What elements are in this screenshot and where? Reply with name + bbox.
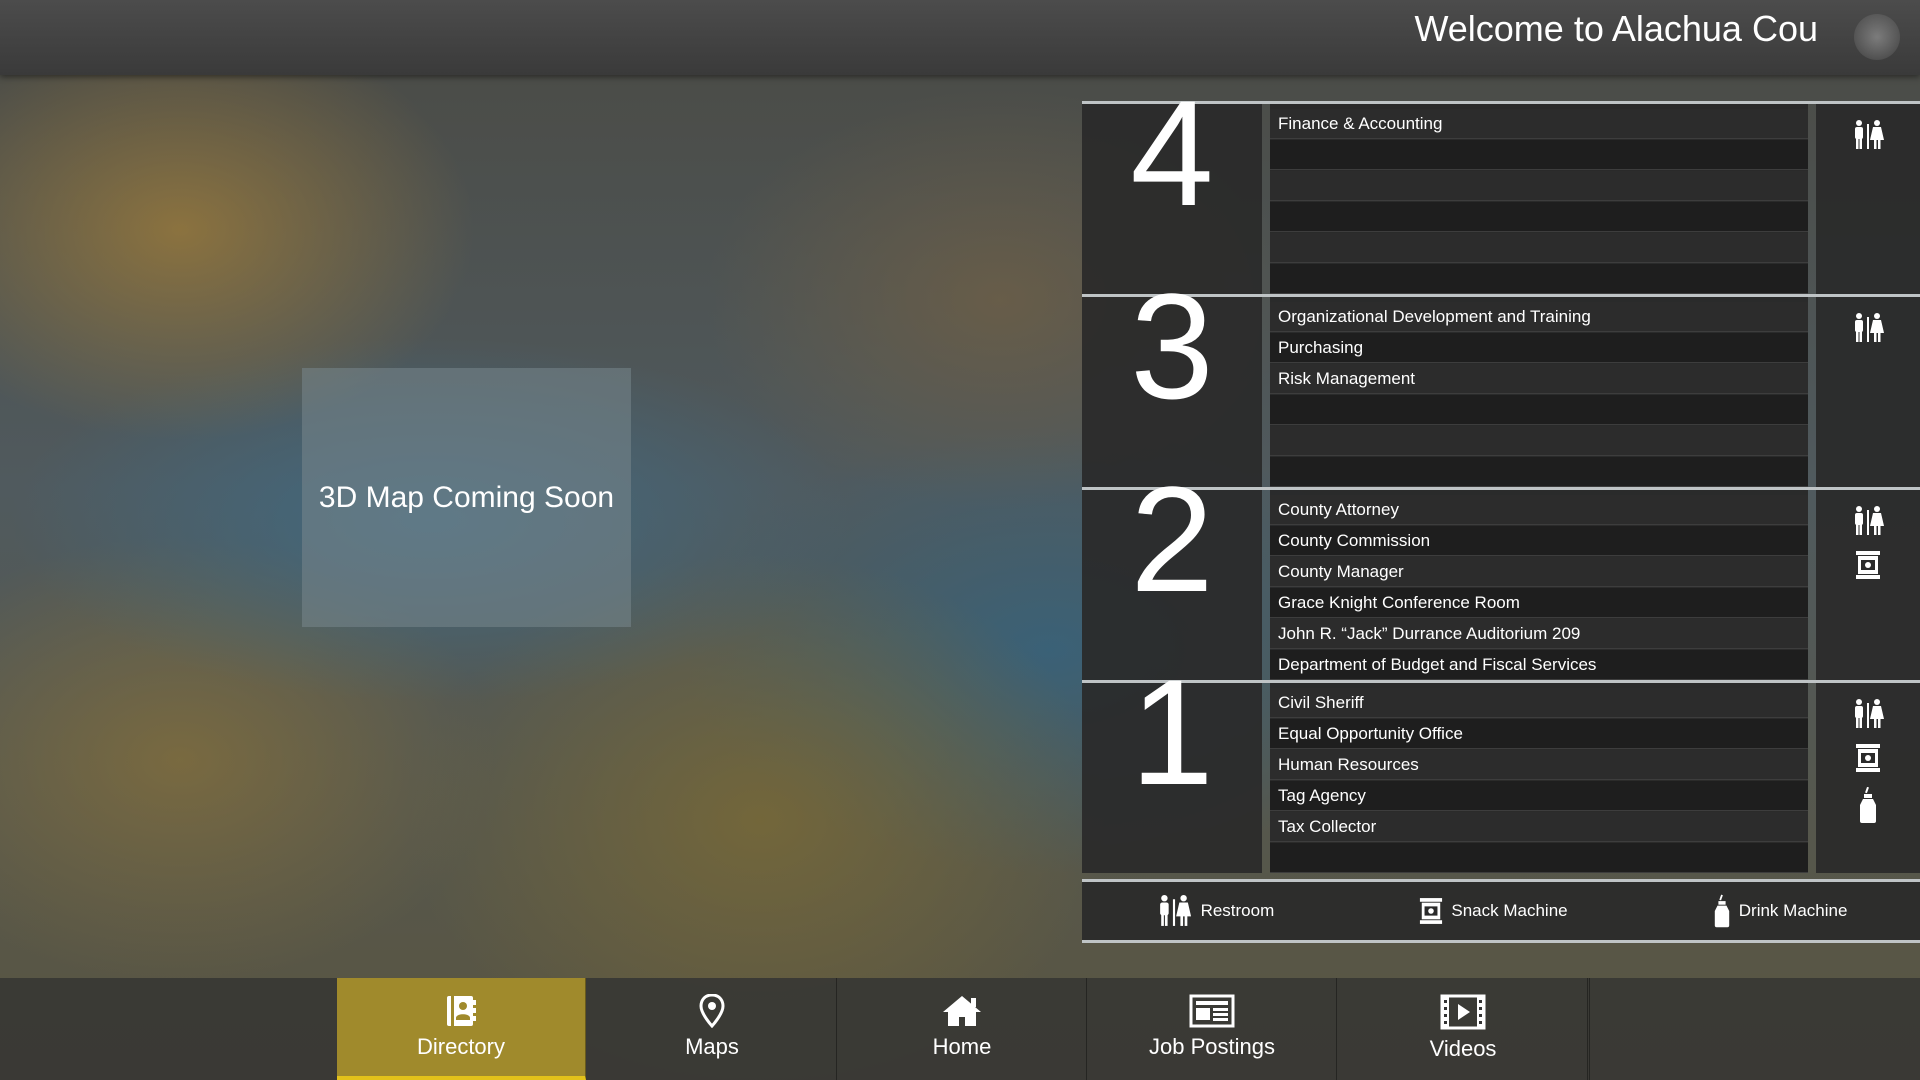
room-item (1270, 264, 1808, 294)
floor-room-list: Finance & Accounting (1270, 104, 1808, 294)
map-pin-icon (698, 994, 726, 1028)
room-item (1270, 202, 1808, 232)
legend-restroom-label: Restroom (1200, 901, 1275, 920)
restroom-icon (1851, 699, 1885, 729)
top-bar: Welcome to Alachua Cou (0, 0, 1920, 75)
room-item (1270, 233, 1808, 263)
restroom-icon (1851, 313, 1885, 343)
room-item[interactable]: Department of Budget and Fiscal Services (1270, 650, 1808, 680)
status-orb-icon (1854, 14, 1900, 60)
legend-restroom: Restroom (1155, 895, 1275, 927)
legend-snack-label: Snack Machine (1451, 901, 1568, 920)
snack-machine-icon (1855, 550, 1881, 580)
nav-directory[interactable]: Directory (337, 978, 586, 1080)
map-placeholder: 3D Map Coming Soon (302, 368, 631, 627)
nav-home[interactable]: Home (838, 978, 1087, 1080)
room-item (1270, 140, 1808, 170)
floor-amenities (1816, 104, 1920, 294)
room-item[interactable]: County Manager (1270, 557, 1808, 587)
snack-machine-icon (1855, 743, 1881, 773)
room-item[interactable]: County Attorney (1270, 495, 1808, 525)
amenity-legend: Restroom Snack Machine Drink Machine (1082, 879, 1920, 943)
floor-room-list: Organizational Development and Training … (1270, 297, 1808, 487)
room-item[interactable]: Purchasing (1270, 333, 1808, 363)
bottom-nav: Directory Maps Home Job Postings Videos (0, 978, 1920, 1080)
room-item[interactable]: Tax Collector (1270, 812, 1808, 842)
restroom-icon (1155, 895, 1193, 927)
newspaper-icon (1189, 994, 1235, 1028)
room-item (1270, 426, 1808, 456)
room-item (1270, 395, 1808, 425)
floor-1: 1 Civil Sheriff Equal Opportunity Office… (1082, 657, 1920, 873)
floor-number: 4 (1130, 69, 1214, 237)
floor-number: 1 (1130, 648, 1214, 816)
nav-job-postings[interactable]: Job Postings (1088, 978, 1337, 1080)
room-item[interactable]: Tag Agency (1270, 781, 1808, 811)
nav-videos-label: Videos (1429, 1036, 1497, 1061)
drink-machine-icon (1858, 787, 1878, 823)
film-icon (1440, 994, 1486, 1030)
welcome-title: Welcome to Alachua Cou (1414, 8, 1818, 49)
floor-room-list: County Attorney County Commission County… (1270, 490, 1808, 680)
room-item[interactable]: Equal Opportunity Office (1270, 719, 1808, 749)
snack-machine-icon (1419, 896, 1443, 926)
floor-room-list: Civil Sheriff Equal Opportunity Office H… (1270, 683, 1808, 873)
floor-amenities (1816, 683, 1920, 873)
legend-snack-machine: Snack Machine (1419, 896, 1568, 926)
room-item[interactable]: Civil Sheriff (1270, 688, 1808, 718)
floor-directory: 4 Finance & Accounting 3 Organizational … (1082, 78, 1920, 943)
floor-amenities (1816, 490, 1920, 680)
restroom-icon (1851, 506, 1885, 536)
room-item[interactable]: Organizational Development and Training (1270, 302, 1808, 332)
nav-videos[interactable]: Videos (1339, 978, 1588, 1080)
room-item[interactable]: John R. “Jack” Durrance Auditorium 209 (1270, 619, 1808, 649)
nav-maps[interactable]: Maps (588, 978, 837, 1080)
room-item[interactable]: County Commission (1270, 526, 1808, 556)
map-placeholder-text: 3D Map Coming Soon (318, 480, 615, 514)
floor-number: 2 (1130, 455, 1214, 623)
room-item (1270, 843, 1808, 873)
home-icon (941, 994, 983, 1028)
floor-amenities (1816, 297, 1920, 487)
room-item[interactable]: Risk Management (1270, 364, 1808, 394)
nav-maps-label: Maps (685, 1034, 739, 1059)
floor-number: 3 (1130, 262, 1214, 430)
room-item[interactable]: Human Resources (1270, 750, 1808, 780)
nav-directory-label: Directory (416, 1034, 505, 1059)
room-item[interactable]: Grace Knight Conference Room (1270, 588, 1808, 618)
legend-drink-machine: Drink Machine (1713, 893, 1848, 929)
room-item (1270, 171, 1808, 201)
address-book-icon (444, 994, 478, 1028)
nav-home-label: Home (932, 1034, 992, 1059)
legend-drink-label: Drink Machine (1738, 901, 1848, 920)
nav-job-postings-label: Job Postings (1149, 1034, 1275, 1059)
room-item (1270, 457, 1808, 487)
drink-machine-icon (1713, 893, 1731, 929)
nav-divider (1589, 978, 1590, 1080)
room-item[interactable]: Finance & Accounting (1270, 109, 1808, 139)
restroom-icon (1851, 120, 1885, 150)
